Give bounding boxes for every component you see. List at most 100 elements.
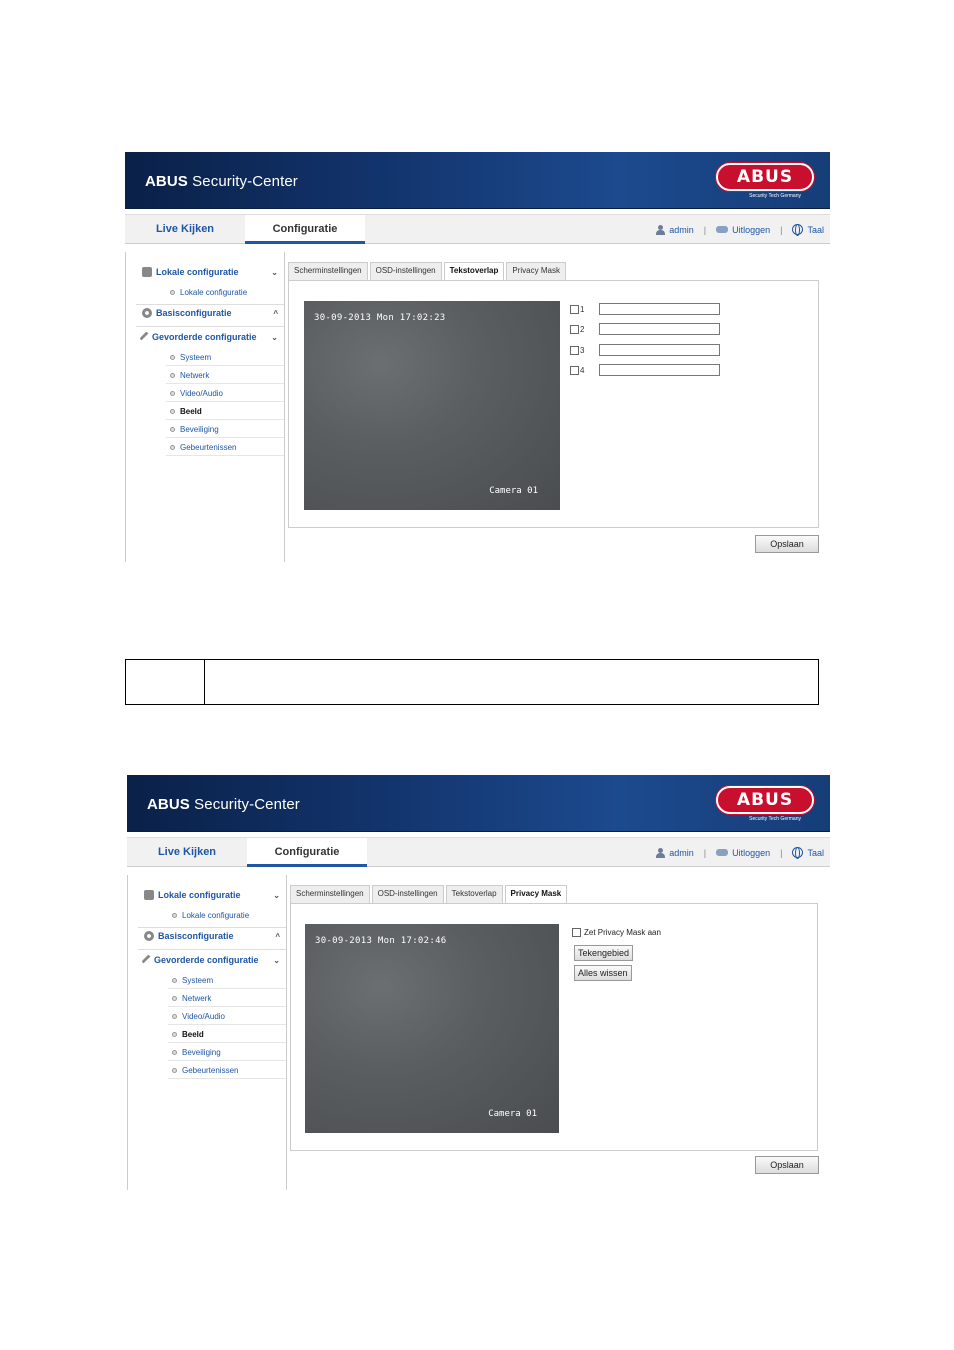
image-tabs: Scherminstellingen OSD-instellingen Teks… [290, 885, 568, 904]
header-banner: ABUS Security-Center ABUS Security Tech … [127, 775, 830, 832]
chevron-down-icon: ⌄ [271, 267, 278, 277]
app-title: ABUS Security-Center [147, 796, 300, 813]
chevron-down-icon: ⌄ [271, 332, 278, 342]
overlay-text-input-3[interactable] [599, 344, 720, 356]
bullet-icon [172, 913, 177, 918]
tab-configuratie[interactable]: Configuratie [245, 215, 365, 244]
tab-privacy-mask[interactable]: Privacy Mask [506, 262, 566, 280]
tab-live-kijken[interactable]: Live Kijken [127, 838, 247, 867]
chevron-down-icon: ⌄ [273, 955, 280, 965]
config-sidebar: Lokale configuratie ⌄ Lokale configuratie… [125, 252, 285, 562]
overlay-checkbox-1[interactable] [570, 305, 579, 314]
chevron-up-icon: ^ [273, 308, 278, 318]
overlay-text-input-1[interactable] [599, 303, 720, 315]
globe-icon [792, 224, 804, 236]
user-link[interactable]: admin [669, 848, 694, 858]
video-camera-name: Camera 01 [489, 486, 538, 496]
overlay-row-3: 3 [570, 344, 720, 356]
video-preview[interactable]: 30-09-2013 Mon 17:02:23 Camera 01 [304, 301, 560, 510]
overlay-checkbox-2[interactable] [570, 325, 579, 334]
sidebar-item-systeem[interactable]: Systeem [166, 349, 284, 366]
overlay-checkbox-4[interactable] [570, 366, 579, 375]
overlay-text-input-2[interactable] [599, 323, 720, 335]
overlay-row-1: 1 [570, 303, 720, 315]
tab-scherminstellingen[interactable]: Scherminstellingen [288, 262, 368, 280]
sidebar-head-basic[interactable]: Basisconfiguratie ^ [144, 931, 280, 941]
video-timestamp: 30-09-2013 Mon 17:02:23 [314, 313, 446, 323]
bullet-icon [172, 1067, 177, 1073]
sidebar-head-advanced[interactable]: Gevorderde configuratie ⌄ [141, 954, 280, 966]
wrench-icon [141, 954, 153, 966]
sidebar-item-beveiliging[interactable]: Beveiliging [168, 1044, 286, 1061]
top-nav: Live Kijken Configuratie admin | Uitlogg… [125, 214, 830, 244]
language-link[interactable]: Taal [807, 225, 824, 235]
logout-link[interactable]: Uitloggen [732, 225, 770, 235]
wrench-icon [139, 331, 151, 343]
overlay-checkbox-3[interactable] [570, 346, 579, 355]
logo-subtitle: Security Tech Germany [749, 816, 801, 822]
tab-configuratie[interactable]: Configuratie [247, 838, 367, 867]
tab-scherminstellingen[interactable]: Scherminstellingen [290, 885, 370, 903]
user-icon [656, 224, 666, 235]
sidebar-item-beveiliging[interactable]: Beveiliging [166, 421, 284, 438]
clear-all-button[interactable]: Alles wissen [574, 965, 632, 981]
sidebar-item-beeld[interactable]: Beeld [168, 1026, 286, 1043]
bullet-icon [172, 995, 177, 1001]
bullet-icon [170, 354, 175, 360]
sidebar-item-gebeurtenissen[interactable]: Gebeurtenissen [168, 1062, 286, 1079]
top-nav: Live Kijken Configuratie admin | Uitlogg… [127, 837, 830, 867]
bullet-icon [170, 444, 175, 450]
tab-privacy-mask[interactable]: Privacy Mask [504, 885, 568, 904]
tab-live-kijken[interactable]: Live Kijken [125, 215, 245, 244]
chevron-up-icon: ^ [275, 931, 280, 941]
logout-icon [716, 849, 729, 856]
sidebar-item-netwerk[interactable]: Netwerk [168, 990, 286, 1007]
tab-tekstoverlap[interactable]: Tekstoverlap [443, 262, 505, 281]
sidebar-head-basic[interactable]: Basisconfiguratie ^ [142, 308, 278, 318]
sidebar-head-local[interactable]: Lokale configuratie ⌄ [142, 267, 278, 277]
sidebar-item-video-audio[interactable]: Video/Audio [166, 385, 284, 402]
privacy-enable-row: Zet Privacy Mask aan [572, 928, 661, 937]
sidebar-item-video-audio[interactable]: Video/Audio [168, 1008, 286, 1025]
bullet-icon [172, 1031, 177, 1037]
save-button[interactable]: Opslaan [755, 535, 819, 553]
overlay-row-2: 2 [570, 323, 720, 335]
bullet-icon [170, 290, 175, 295]
computer-icon [144, 890, 154, 900]
privacy-enable-checkbox[interactable] [572, 928, 581, 937]
tab-osd-instellingen[interactable]: OSD-instellingen [371, 885, 444, 903]
image-tabs: Scherminstellingen OSD-instellingen Teks… [288, 262, 566, 281]
privacy-enable-label: Zet Privacy Mask aan [584, 928, 661, 937]
bullet-icon [170, 426, 175, 432]
tab-tekstoverlap[interactable]: Tekstoverlap [445, 885, 503, 903]
bullet-icon [170, 372, 175, 378]
sidebar-item-systeem[interactable]: Systeem [168, 972, 286, 989]
sidebar-item-netwerk[interactable]: Netwerk [166, 367, 284, 384]
header-banner: ABUS Security-Center ABUS Security Tech … [125, 152, 830, 209]
logout-link[interactable]: Uitloggen [732, 848, 770, 858]
sidebar-item-beeld[interactable]: Beeld [166, 403, 284, 420]
computer-icon [142, 267, 152, 277]
language-link[interactable]: Taal [807, 848, 824, 858]
info-note [125, 659, 819, 705]
sidebar-item-lokale-configuratie[interactable]: Lokale configuratie [168, 907, 286, 924]
sidebar-head-local[interactable]: Lokale configuratie ⌄ [144, 890, 280, 900]
overlay-row-4: 4 [570, 364, 720, 376]
bullet-icon [172, 1013, 177, 1019]
video-camera-name: Camera 01 [488, 1109, 537, 1119]
video-preview[interactable]: 30-09-2013 Mon 17:02:46 Camera 01 [305, 924, 559, 1133]
overlay-text-input-4[interactable] [599, 364, 720, 376]
sidebar-head-advanced[interactable]: Gevorderde configuratie ⌄ [139, 331, 278, 343]
user-menu: admin | Uitloggen | Taal [656, 224, 824, 236]
save-button[interactable]: Opslaan [755, 1156, 819, 1174]
user-link[interactable]: admin [669, 225, 694, 235]
gear-icon [144, 931, 154, 941]
draw-area-button[interactable]: Tekengebied [574, 945, 634, 961]
tab-panel: 30-09-2013 Mon 17:02:23 Camera 01 1 2 3 … [288, 280, 819, 528]
user-icon [656, 847, 666, 858]
gear-icon [142, 308, 152, 318]
sidebar-item-lokale-configuratie[interactable]: Lokale configuratie [166, 284, 284, 301]
tab-osd-instellingen[interactable]: OSD-instellingen [369, 262, 442, 280]
sidebar-item-gebeurtenissen[interactable]: Gebeurtenissen [166, 439, 284, 456]
screenshot-privacy-mask: ABUS Security-Center ABUS Security Tech … [127, 775, 830, 1190]
